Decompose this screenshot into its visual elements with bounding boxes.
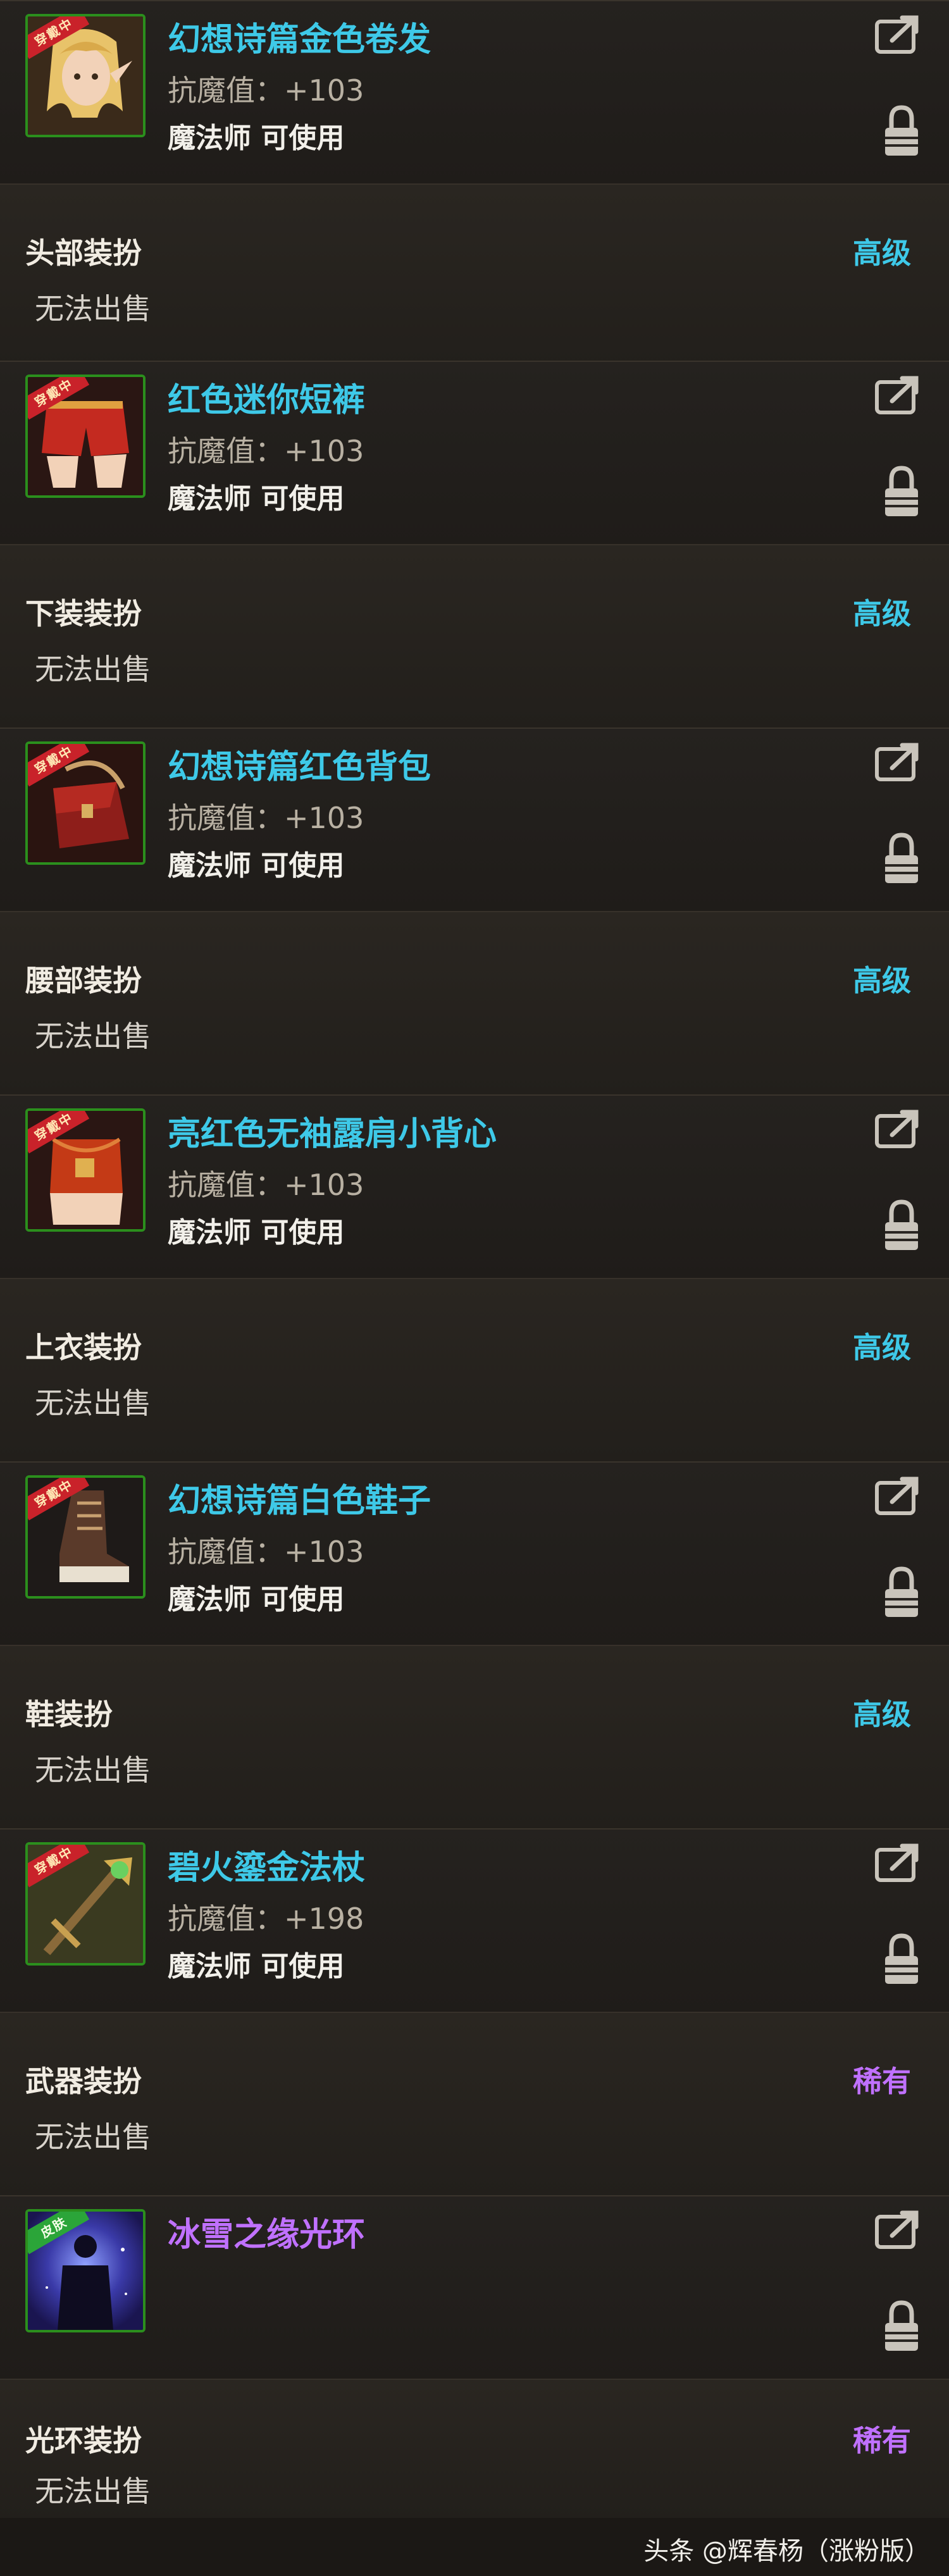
grade-label: 稀有 xyxy=(853,2424,911,2458)
item-footer: 腰部装扮 高级 无法出售 xyxy=(0,911,949,1096)
lock-icon[interactable] xyxy=(883,1931,921,1988)
item-footer: 武器装扮 稀有 无法出售 xyxy=(0,2012,949,2196)
item-name: 碧火鎏金法杖 xyxy=(168,1849,366,1887)
item-stat: 抗魔值：+103 xyxy=(168,434,364,468)
share-icon[interactable] xyxy=(873,375,924,419)
lock-icon[interactable] xyxy=(883,1564,921,1621)
item-footer: 光环装扮 稀有 无法出售 xyxy=(0,2379,949,2519)
footer: 头条 @辉春杨（涨粉版） xyxy=(0,2518,949,2576)
slot-label: 鞋装扮 xyxy=(25,1697,113,1731)
grade-label: 高级 xyxy=(853,963,911,998)
item-card-shoes[interactable]: 穿戴中 幻想诗篇白色鞋子 抗魔值：+103 魔法师 可使用 鞋装扮 高级 无法出… xyxy=(0,1461,949,1830)
item-name: 红色迷你短裤 xyxy=(168,381,366,419)
sell-status: 无法出售 xyxy=(35,1019,151,1053)
item-class-requirement: 魔法师 可使用 xyxy=(168,122,345,154)
watermark: 头条 @辉春杨（涨粉版） xyxy=(643,2537,930,2566)
slot-label: 下装装扮 xyxy=(25,597,142,631)
sell-status: 无法出售 xyxy=(35,1753,151,1787)
lock-icon[interactable] xyxy=(883,463,921,520)
item-name: 冰雪之缘光环 xyxy=(168,2216,366,2254)
grade-label: 高级 xyxy=(853,1330,911,1365)
item-footer: 头部装扮 高级 无法出售 xyxy=(0,183,949,368)
grade-label: 稀有 xyxy=(853,2064,911,2098)
item-header: 穿戴中 亮红色无袖露肩小背心 抗魔值：+103 魔法师 可使用 xyxy=(0,1094,949,1279)
grade-label: 高级 xyxy=(853,236,911,270)
sell-status: 无法出售 xyxy=(35,292,151,326)
item-footer: 上衣装扮 高级 无法出售 xyxy=(0,1278,949,1463)
item-header: 穿戴中 幻想诗篇金色卷发 抗魔值：+103 魔法师 可使用 xyxy=(0,0,949,185)
item-class-requirement: 魔法师 可使用 xyxy=(168,1217,345,1249)
item-card-staff[interactable]: 穿戴中 碧火鎏金法杖 抗魔值：+198 魔法师 可使用 武器装扮 稀有 无法出售 xyxy=(0,1828,949,2196)
item-footer: 下装装扮 高级 无法出售 xyxy=(0,544,949,729)
item-icon-frame[interactable]: 穿戴中 xyxy=(25,1475,146,1599)
slot-label: 武器装扮 xyxy=(25,2064,142,2098)
lock-icon[interactable] xyxy=(883,1197,921,1254)
item-stat: 抗魔值：+103 xyxy=(168,801,364,835)
item-name: 亮红色无袖露肩小背心 xyxy=(168,1115,497,1153)
item-name: 幻想诗篇金色卷发 xyxy=(168,21,431,59)
item-header: 皮肤 冰雪之缘光环 xyxy=(0,2195,949,2380)
item-header: 穿戴中 幻想诗篇红色背包 抗魔值：+103 魔法师 可使用 xyxy=(0,728,949,912)
equipment-list: 穿戴中 幻想诗篇金色卷发 抗魔值：+103 魔法师 可使用 头部装扮 高级 无法… xyxy=(0,0,949,2576)
slot-label: 腰部装扮 xyxy=(25,963,142,998)
item-name: 幻想诗篇白色鞋子 xyxy=(168,1482,431,1520)
item-name: 幻想诗篇红色背包 xyxy=(168,748,431,786)
item-stat: 抗魔值：+103 xyxy=(168,1535,364,1569)
share-icon[interactable] xyxy=(873,14,924,58)
item-card-aura[interactable]: 皮肤 冰雪之缘光环 光环装扮 稀有 无法出售 xyxy=(0,2195,949,2519)
item-class-requirement: 魔法师 可使用 xyxy=(168,1583,345,1616)
sell-status: 无法出售 xyxy=(35,2120,151,2154)
item-card-shorts[interactable]: 穿戴中 红色迷你短裤 抗魔值：+103 魔法师 可使用 下装装扮 高级 无法出售 xyxy=(0,361,949,729)
item-header: 穿戴中 幻想诗篇白色鞋子 抗魔值：+103 魔法师 可使用 xyxy=(0,1461,949,1646)
slot-label: 上衣装扮 xyxy=(25,1330,142,1365)
item-header: 穿戴中 红色迷你短裤 抗魔值：+103 魔法师 可使用 xyxy=(0,361,949,545)
item-class-requirement: 魔法师 可使用 xyxy=(168,850,345,882)
item-icon-frame[interactable]: 穿戴中 xyxy=(25,1842,146,1966)
item-stat: 抗魔值：+103 xyxy=(168,73,364,108)
item-icon-frame[interactable]: 穿戴中 xyxy=(25,375,146,498)
item-card-vest[interactable]: 穿戴中 亮红色无袖露肩小背心 抗魔值：+103 魔法师 可使用 上衣装扮 高级 … xyxy=(0,1094,949,1463)
item-icon-frame[interactable]: 穿戴中 xyxy=(25,14,146,137)
item-class-requirement: 魔法师 可使用 xyxy=(168,1950,345,1983)
item-icon-frame[interactable]: 穿戴中 xyxy=(25,741,146,865)
item-stat: 抗魔值：+198 xyxy=(168,1902,364,1936)
item-class-requirement: 魔法师 可使用 xyxy=(168,483,345,515)
item-icon-frame[interactable]: 穿戴中 xyxy=(25,1108,146,1232)
item-card-hair[interactable]: 穿戴中 幻想诗篇金色卷发 抗魔值：+103 魔法师 可使用 头部装扮 高级 无法… xyxy=(0,0,949,368)
share-icon[interactable] xyxy=(873,1475,924,1520)
item-header: 穿戴中 碧火鎏金法杖 抗魔值：+198 魔法师 可使用 xyxy=(0,1828,949,2013)
share-icon[interactable] xyxy=(873,741,924,786)
lock-icon[interactable] xyxy=(883,2298,921,2355)
share-icon[interactable] xyxy=(873,1108,924,1153)
sell-status: 无法出售 xyxy=(35,2474,151,2508)
sell-status: 无法出售 xyxy=(35,652,151,686)
slot-label: 头部装扮 xyxy=(25,236,142,270)
item-stat: 抗魔值：+103 xyxy=(168,1168,364,1202)
item-icon-frame[interactable]: 皮肤 xyxy=(25,2209,146,2332)
slot-label: 光环装扮 xyxy=(25,2424,142,2458)
lock-icon[interactable] xyxy=(883,102,921,159)
lock-icon[interactable] xyxy=(883,830,921,887)
share-icon[interactable] xyxy=(873,1842,924,1886)
grade-label: 高级 xyxy=(853,597,911,631)
share-icon[interactable] xyxy=(873,2209,924,2253)
item-card-bag[interactable]: 穿戴中 幻想诗篇红色背包 抗魔值：+103 魔法师 可使用 腰部装扮 高级 无法… xyxy=(0,728,949,1096)
sell-status: 无法出售 xyxy=(35,1386,151,1420)
grade-label: 高级 xyxy=(853,1697,911,1731)
item-footer: 鞋装扮 高级 无法出售 xyxy=(0,1645,949,1830)
